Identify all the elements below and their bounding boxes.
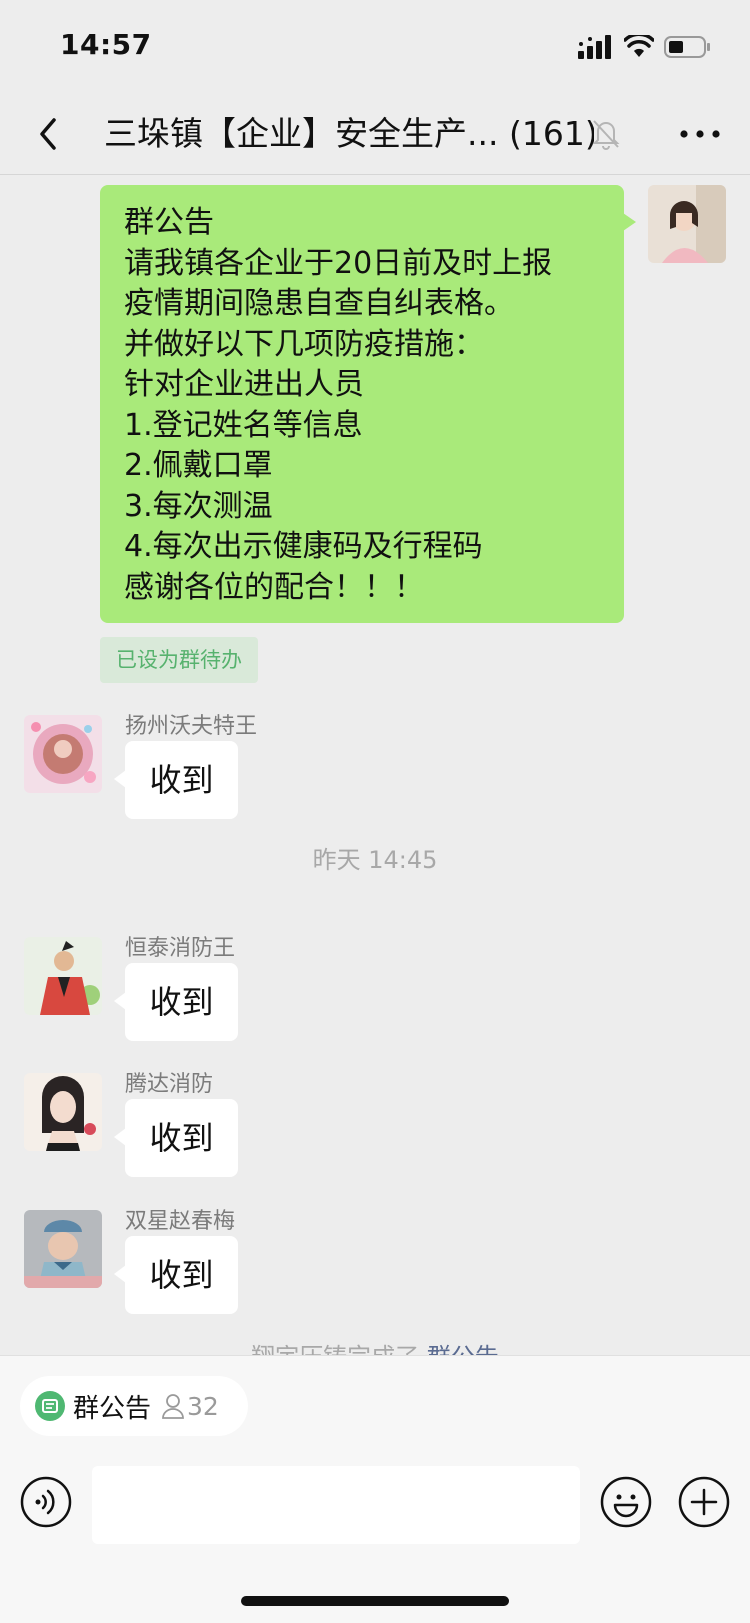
chat-title: 三垛镇【企业】安全生产... (161) xyxy=(104,110,594,158)
plus-button[interactable] xyxy=(678,1476,730,1528)
sender-name: 恒泰消防王 xyxy=(125,936,236,961)
more-options-button[interactable] xyxy=(676,114,724,154)
announcement-line: 群公告 xyxy=(124,205,214,240)
message-bubble[interactable]: 收到 xyxy=(114,1099,238,1177)
self-avatar[interactable] xyxy=(648,185,726,263)
sender-name: 双星赵春梅 xyxy=(125,1209,236,1234)
voice-input-button[interactable] xyxy=(20,1476,72,1528)
avatar[interactable] xyxy=(24,715,102,793)
announcement-line: 4.每次出示健康码及行程码 xyxy=(124,529,483,564)
todo-tag[interactable]: 已设为群待办 xyxy=(100,637,258,683)
bottom-panel: 群公告 32 xyxy=(0,1355,750,1623)
status-icons xyxy=(578,34,712,60)
battery-icon xyxy=(664,36,710,58)
message-bubble[interactable]: 收到 xyxy=(114,963,238,1041)
notice-chip-label: 群公告 xyxy=(73,1393,152,1424)
avatar[interactable] xyxy=(24,1210,102,1288)
status-bar: 14:57 xyxy=(0,0,750,96)
announcement-line: 针对企业进出人员 xyxy=(124,367,364,402)
sender-name: 扬州沃夫特王 xyxy=(125,714,258,739)
avatar[interactable] xyxy=(24,1073,102,1151)
back-button[interactable] xyxy=(24,110,72,158)
message-input[interactable] xyxy=(92,1466,580,1544)
emoji-button[interactable] xyxy=(600,1476,652,1528)
notice-icon xyxy=(35,1391,65,1421)
group-notice-chip[interactable]: 群公告 32 xyxy=(20,1376,248,1436)
message-bubble[interactable]: 收到 xyxy=(114,741,238,819)
announcement-line: 2.佩戴口罩 xyxy=(124,448,273,483)
announcement-line: 感谢各位的配合！！！ xyxy=(124,569,424,605)
system-message-link[interactable]: 群公告 xyxy=(427,1343,499,1355)
announcement-line: 1.登记姓名等信息 xyxy=(124,407,363,443)
announcement-bubble[interactable]: 群公告 请我镇各企业于20日前及时上报 疫情期间隐患自查自纠表格。 并做好以下几… xyxy=(100,185,636,623)
announcement-text: 群公告 请我镇各企业于20日前及时上报 疫情期间隐患自查自纠表格。 并做好以下几… xyxy=(124,203,614,608)
time-separator: 昨天 14:45 xyxy=(312,846,438,874)
status-time: 14:57 xyxy=(60,28,152,61)
home-indicator[interactable] xyxy=(241,1596,509,1606)
notice-read-count: 32 xyxy=(187,1391,219,1421)
chat-title-text: 三垛镇【企业】安全生产... xyxy=(104,114,499,153)
person-icon xyxy=(162,1394,184,1419)
announcement-line: 并做好以下几项防疫措施： xyxy=(124,326,484,362)
message-bubble[interactable]: 收到 xyxy=(114,1236,238,1314)
wifi-icon xyxy=(624,35,654,57)
announcement-line: 疫情期间隐患自查自纠表格。 xyxy=(124,286,514,321)
cellular-signal-icon xyxy=(578,35,611,59)
system-message-text: 翔宇压铸完成了 xyxy=(251,1343,427,1355)
avatar[interactable] xyxy=(24,937,102,1015)
member-count: (161) xyxy=(508,114,594,153)
sender-name: 腾达消防 xyxy=(125,1072,214,1097)
system-message: 翔宇压铸完成了 群公告 xyxy=(0,1337,750,1355)
nav-bar: 三垛镇【企业】安全生产... (161) xyxy=(0,96,750,175)
bell-slash-icon xyxy=(592,120,620,150)
announcement-line: 请我镇各企业于20日前及时上报 xyxy=(124,245,553,281)
announcement-line: 3.每次测温 xyxy=(124,488,273,524)
chat-area[interactable]: 群公告 请我镇各企业于20日前及时上报 疫情期间隐患自查自纠表格。 并做好以下几… xyxy=(0,175,750,1355)
